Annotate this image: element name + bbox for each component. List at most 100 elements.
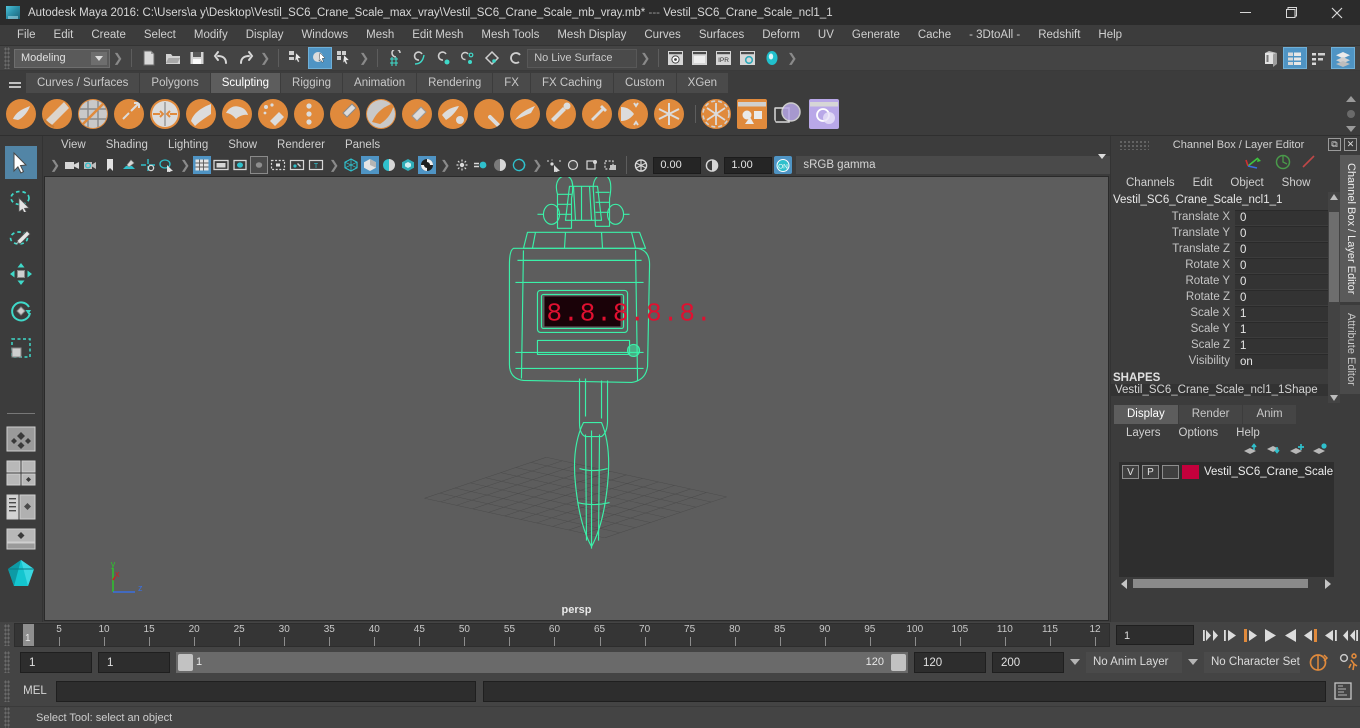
menu-redshift[interactable]: Redshift <box>1029 25 1089 46</box>
range-end-handle[interactable] <box>891 653 906 671</box>
shade-textured-icon[interactable] <box>380 156 398 174</box>
layer-name[interactable]: Vestil_SC6_Crane_Scale <box>1204 466 1333 478</box>
depth-of-field-icon[interactable] <box>510 156 528 174</box>
select-by-component-icon[interactable] <box>332 47 356 69</box>
shelf-scroll-up-icon[interactable] <box>1346 96 1356 102</box>
bookmark-icon[interactable] <box>101 156 119 174</box>
help-line-gripper[interactable] <box>4 706 10 728</box>
current-frame-field[interactable]: 1 <box>1116 625 1194 645</box>
gate-mask-icon[interactable] <box>250 156 269 174</box>
amplify-tool-icon[interactable] <box>582 99 612 129</box>
fill-tool-icon[interactable] <box>438 99 468 129</box>
toolbar-expand-marker-3[interactable]: ❯ <box>640 51 650 65</box>
vertical-tab-attribute-editor[interactable]: Attribute Editor <box>1340 305 1360 395</box>
le-menu-help[interactable]: Help <box>1227 427 1269 439</box>
step-forward-key-icon[interactable] <box>1300 624 1320 646</box>
grid-toggle-icon[interactable] <box>193 156 212 174</box>
go-to-start-icon[interactable] <box>1200 624 1220 646</box>
layer-list[interactable]: V P Vestil_SC6_Crane_Scale <box>1119 462 1334 577</box>
new-scene-icon[interactable] <box>137 47 161 69</box>
menu-help[interactable]: Help <box>1089 25 1131 46</box>
repeat-tool-icon[interactable] <box>294 99 324 129</box>
statusline-gripper[interactable] <box>4 47 10 69</box>
menu-file[interactable]: File <box>8 25 45 46</box>
command-input-field[interactable] <box>56 680 476 702</box>
step-forward-frame-icon[interactable] <box>1320 624 1340 646</box>
rotate-axis-icon[interactable] <box>1274 154 1292 173</box>
channel-row[interactable]: Scale Y 1 <box>1111 321 1328 337</box>
render-sequence-icon[interactable] <box>688 47 712 69</box>
le-menu-layers[interactable]: Layers <box>1117 427 1170 439</box>
make-live-icon[interactable] <box>503 47 527 69</box>
vertical-tab-channel-box[interactable]: Channel Box / Layer Editor <box>1340 155 1360 303</box>
layer-color-swatch[interactable] <box>1182 465 1199 479</box>
isolate-select-icon[interactable] <box>545 156 563 174</box>
safe-title-icon[interactable]: T <box>307 156 325 174</box>
channel-value[interactable]: 0 <box>1235 241 1328 257</box>
cb-menu-edit[interactable]: Edit <box>1184 177 1222 189</box>
menu-cache[interactable]: Cache <box>909 25 960 46</box>
menu-set-selector[interactable]: Modeling <box>14 48 110 68</box>
menu-mesh-display[interactable]: Mesh Display <box>548 25 635 46</box>
smear-tool-icon[interactable] <box>510 99 540 129</box>
layer-shading-toggle[interactable] <box>1162 465 1179 479</box>
play-backwards-icon[interactable] <box>1260 624 1280 646</box>
panel-undock-icon[interactable]: ⧉ <box>1328 138 1341 151</box>
move-axis-icon[interactable] <box>1244 154 1266 173</box>
menu-edit[interactable]: Edit <box>45 25 83 46</box>
undo-icon[interactable] <box>209 47 233 69</box>
snap-to-grid-icon[interactable] <box>383 47 407 69</box>
multisample-icon[interactable] <box>491 156 509 174</box>
move-tool[interactable] <box>5 257 37 290</box>
sculpt-settings-icon[interactable] <box>737 99 767 129</box>
cb-menu-show[interactable]: Show <box>1273 177 1320 189</box>
menu-modify[interactable]: Modify <box>185 25 237 46</box>
new-layer-icon[interactable] <box>1289 443 1305 459</box>
scroll-thumb[interactable] <box>1329 212 1339 302</box>
screen-space-ao-icon[interactable] <box>453 156 471 174</box>
viewport-menu-shading[interactable]: Shading <box>96 139 158 151</box>
toolbar-expand-marker[interactable]: ❯ <box>260 51 270 65</box>
step-back-key-icon[interactable] <box>1240 624 1260 646</box>
auto-keyframe-icon[interactable] <box>1306 650 1330 674</box>
grab-tool-icon[interactable] <box>114 99 144 129</box>
motion-blur-icon[interactable] <box>472 156 490 174</box>
flatten-tool-icon[interactable] <box>186 99 216 129</box>
smooth-shade-all-icon[interactable] <box>361 156 380 174</box>
shelf-scroll-down-icon[interactable] <box>1346 126 1356 132</box>
toolbar-expand-marker-2[interactable]: ❯ <box>359 51 369 65</box>
freeze-tool-icon[interactable] <box>618 99 648 129</box>
shelf-tab-rendering[interactable]: Rendering <box>417 73 493 93</box>
menu-deform[interactable]: Deform <box>753 25 809 46</box>
color-profile-selector[interactable]: sRGB gamma <box>796 154 1110 174</box>
shelf-tab-polygons[interactable]: Polygons <box>140 73 210 93</box>
lasso-select-tool[interactable] <box>5 183 37 216</box>
symmetry-settings-icon[interactable] <box>809 99 839 129</box>
gamma-icon[interactable] <box>703 156 721 174</box>
cb-menu-object[interactable]: Object <box>1221 177 1272 189</box>
knife-tool-icon[interactable] <box>474 99 504 129</box>
viewport-menu-lighting[interactable]: Lighting <box>158 139 218 151</box>
channel-row[interactable]: Rotate Z 0 <box>1111 289 1328 305</box>
toolbar-expand-marker-4[interactable]: ❯ <box>787 51 797 65</box>
color-management-icon[interactable]: ON <box>774 156 793 174</box>
range-start-handle[interactable] <box>178 653 193 671</box>
le-menu-options[interactable]: Options <box>1170 427 1228 439</box>
layer-tab-display[interactable]: Display <box>1114 405 1178 424</box>
snap-to-point-icon[interactable] <box>431 47 455 69</box>
menu-display[interactable]: Display <box>237 25 293 46</box>
freeze-selection-icon[interactable] <box>701 99 731 129</box>
character-set-selector[interactable]: No Character Set <box>1204 651 1300 673</box>
xray-joints-icon[interactable] <box>583 156 601 174</box>
viewport-menu-panels[interactable]: Panels <box>335 139 390 151</box>
save-scene-icon[interactable] <box>185 47 209 69</box>
render-current-frame-icon[interactable] <box>664 47 688 69</box>
open-scene-icon[interactable] <box>161 47 185 69</box>
menu-curves[interactable]: Curves <box>635 25 689 46</box>
panel-drag-gripper[interactable] <box>1119 139 1149 150</box>
channel-row[interactable]: Translate X 0 <box>1111 209 1328 225</box>
viewport-menu-renderer[interactable]: Renderer <box>267 139 335 151</box>
shelf-tab-fx[interactable]: FX <box>493 73 530 93</box>
range-end-time-field[interactable]: 120 <box>914 651 986 673</box>
snap-to-curve-icon[interactable] <box>407 47 431 69</box>
